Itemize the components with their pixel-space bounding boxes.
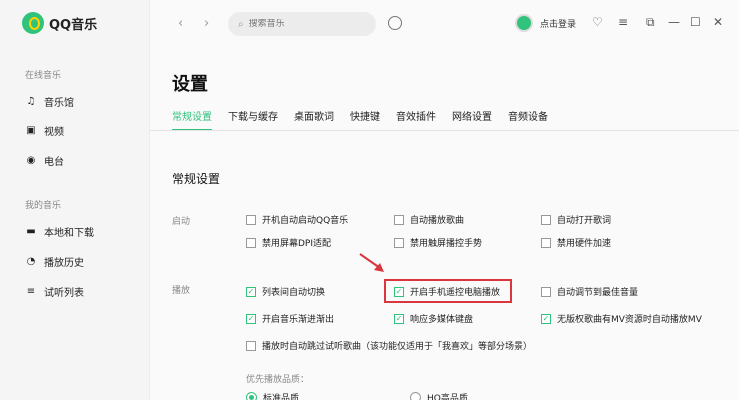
highlight-box — [384, 279, 512, 303]
tabs-divider — [150, 130, 739, 131]
checkbox[interactable] — [541, 214, 551, 225]
sidebar-item-local[interactable]: ▬ 本地和下载 — [25, 224, 94, 239]
option-label: 禁用触屏播控手势 — [410, 239, 483, 249]
option-list-auto-switch[interactable]: ✓ 列表间自动切换 — [246, 285, 325, 298]
option-label: 禁用硬件加速 — [557, 239, 612, 249]
skin-icon[interactable]: ♡ — [592, 15, 603, 29]
tab-general[interactable]: 常规设置 — [172, 108, 212, 131]
quality-hq[interactable]: HQ高品质 — [410, 391, 468, 400]
checkbox[interactable] — [541, 286, 551, 297]
option-auto-volume[interactable]: 自动调节到最佳音量 — [541, 285, 638, 298]
option-label: 列表间自动切换 — [262, 288, 326, 298]
option-label: 自动播放歌曲 — [410, 216, 465, 226]
option-fade[interactable]: ✓ 开启音乐渐进渐出 — [246, 312, 334, 325]
option-auto-start[interactable]: 开机自动启动QQ音乐 — [246, 213, 348, 226]
tab-audio-device[interactable]: 音频设备 — [508, 108, 548, 131]
option-disable-dpi[interactable]: 禁用屏幕DPI适配 — [246, 236, 331, 249]
option-auto-mv[interactable]: ✓ 无版权歌曲有MV资源时自动播放MV — [541, 312, 702, 325]
topbar: ‹ › ⌕ 点击登录 ♡ ≡ ⧉ — ☐ ✕ — [150, 0, 739, 48]
option-media-keys[interactable]: ✓ 响应多媒体键盘 — [394, 312, 473, 325]
sidebar-item-label: 电台 — [44, 157, 64, 168]
checkbox[interactable] — [394, 214, 404, 225]
sidebar-section-online: 在线音乐 — [25, 71, 62, 81]
red-arrow-icon — [359, 253, 384, 272]
sidebar: QQ音乐 在线音乐 ♫ 音乐馆 ▣ 视频 ◉ 电台 我的音乐 ▬ 本地和下载 ◔… — [0, 0, 150, 400]
option-label: 自动打开歌词 — [557, 216, 612, 226]
option-label: 无版权歌曲有MV资源时自动播放MV — [557, 315, 702, 325]
option-disable-touch[interactable]: 禁用触屏播控手势 — [394, 236, 482, 249]
sidebar-item-label: 本地和下载 — [44, 228, 94, 239]
checkbox[interactable] — [541, 237, 551, 248]
login-link[interactable]: 点击登录 — [540, 17, 576, 30]
sidebar-item-trial-list[interactable]: ≡ 试听列表 — [25, 284, 84, 299]
forward-arrow-icon[interactable]: › — [204, 16, 209, 31]
tab-network[interactable]: 网络设置 — [452, 108, 492, 131]
section-title: 常规设置 — [172, 172, 221, 186]
mini-mode-icon[interactable]: ⧉ — [646, 15, 655, 30]
option-label: 标准品质 — [263, 394, 300, 400]
search-box[interactable]: ⌕ — [228, 12, 376, 36]
option-disable-hw-accel[interactable]: 禁用硬件加速 — [541, 236, 611, 249]
radio-selected[interactable] — [246, 392, 257, 400]
avatar[interactable] — [515, 14, 533, 32]
checkbox-checked[interactable]: ✓ — [246, 286, 256, 297]
sidebar-item-radio[interactable]: ◉ 电台 — [25, 153, 64, 168]
sidebar-item-label: 试听列表 — [44, 288, 84, 299]
checkbox[interactable] — [394, 237, 404, 248]
option-skip-trial[interactable]: 播放时自动跳过试听歌曲（该功能仅适用于「我喜欢」等部分场景） — [246, 339, 532, 352]
page-title: 设置 — [172, 74, 208, 95]
sidebar-item-music-hall[interactable]: ♫ 音乐馆 — [25, 94, 74, 109]
quality-standard[interactable]: 标准品质 — [246, 391, 299, 400]
option-auto-lyrics[interactable]: 自动打开歌词 — [541, 213, 611, 226]
radio[interactable] — [410, 392, 421, 400]
search-icon: ⌕ — [238, 18, 244, 30]
menu-icon[interactable]: ≡ — [618, 15, 628, 29]
option-label: 自动调节到最佳音量 — [557, 288, 639, 298]
minimize-icon[interactable]: — — [668, 15, 680, 29]
checkbox[interactable] — [246, 340, 256, 351]
sidebar-section-my: 我的音乐 — [25, 201, 62, 211]
option-label: 开启音乐渐进渐出 — [262, 315, 335, 325]
maximize-icon[interactable]: ☐ — [690, 15, 701, 29]
logo-text: QQ音乐 — [49, 17, 98, 33]
checkbox-checked[interactable]: ✓ — [246, 313, 256, 324]
qq-music-logo-icon — [22, 12, 44, 34]
sidebar-item-label: 视频 — [44, 127, 64, 138]
sidebar-item-label: 音乐馆 — [44, 98, 74, 109]
checkbox[interactable] — [246, 214, 256, 225]
option-label: 响应多媒体键盘 — [410, 315, 474, 325]
sidebar-item-history[interactable]: ◔ 播放历史 — [25, 254, 84, 269]
option-label: 禁用屏幕DPI适配 — [262, 239, 332, 249]
voice-search-icon[interactable] — [388, 16, 402, 30]
tab-sound-plugins[interactable]: 音效插件 — [396, 108, 436, 131]
tab-download-cache[interactable]: 下载与缓存 — [228, 108, 278, 131]
checkbox-checked[interactable]: ✓ — [394, 313, 404, 324]
search-input[interactable] — [248, 19, 359, 29]
close-icon[interactable]: ✕ — [713, 15, 723, 29]
quality-label: 优先播放品质： — [246, 375, 310, 385]
startup-group-label: 启动 — [172, 217, 191, 227]
option-auto-play[interactable]: 自动播放歌曲 — [394, 213, 464, 226]
settings-tabs: 常规设置 下载与缓存 桌面歌词 快捷键 音效插件 网络设置 音频设备 — [172, 108, 548, 131]
sidebar-item-label: 播放历史 — [44, 258, 84, 269]
option-label: 开机自动启动QQ音乐 — [262, 216, 349, 226]
main-panel: ‹ › ⌕ 点击登录 ♡ ≡ ⧉ — ☐ ✕ 设置 常规设置 下载与缓存 桌面歌… — [150, 0, 739, 400]
checkbox[interactable] — [246, 237, 256, 248]
playback-group-label: 播放 — [172, 286, 191, 296]
back-arrow-icon[interactable]: ‹ — [178, 16, 183, 31]
tab-shortcuts[interactable]: 快捷键 — [350, 108, 380, 131]
app-logo[interactable]: QQ音乐 — [22, 12, 97, 34]
playlist-icon: ≡ — [26, 286, 36, 297]
monitor-icon: ▬ — [26, 226, 36, 237]
option-label: 播放时自动跳过试听歌曲（该功能仅适用于「我喜欢」等部分场景） — [262, 342, 533, 352]
option-label: HQ高品质 — [427, 394, 468, 400]
clock-icon: ◔ — [26, 256, 36, 267]
video-icon: ▣ — [26, 125, 36, 136]
checkbox-checked[interactable]: ✓ — [541, 313, 551, 324]
sidebar-item-video[interactable]: ▣ 视频 — [25, 123, 64, 138]
music-note-icon: ♫ — [26, 96, 36, 107]
radio-icon: ◉ — [26, 155, 36, 166]
tab-desktop-lyrics[interactable]: 桌面歌词 — [294, 108, 334, 131]
